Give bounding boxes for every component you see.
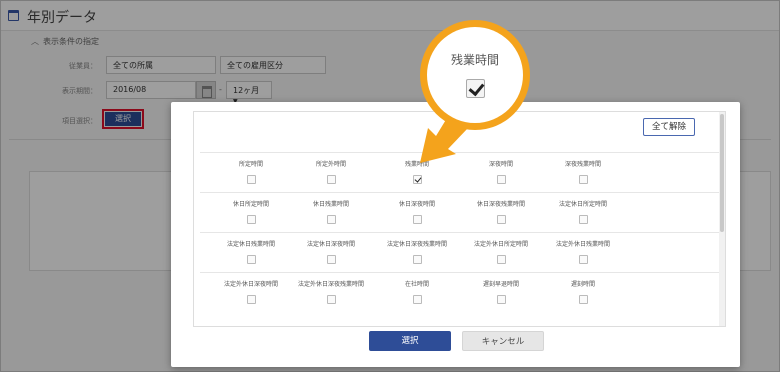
pointer-arrow-icon bbox=[420, 118, 468, 163]
